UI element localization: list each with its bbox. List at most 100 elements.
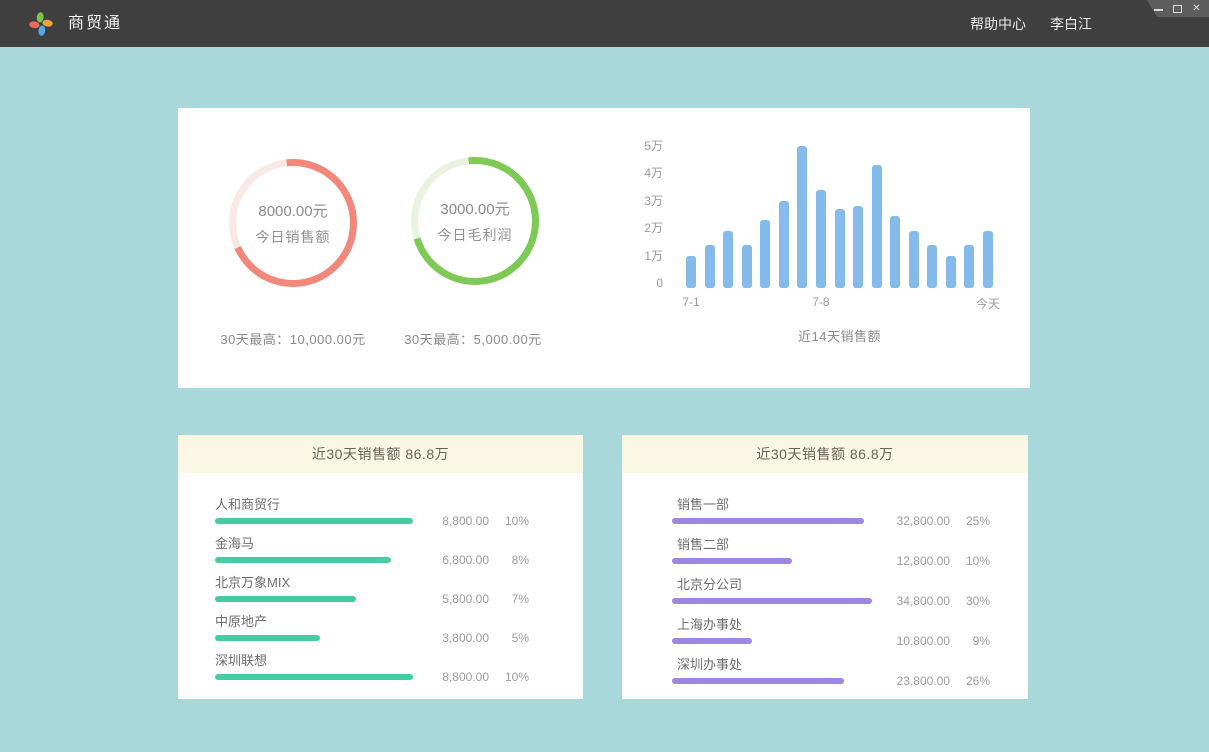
bar <box>742 245 752 288</box>
bar <box>779 201 789 288</box>
progress-track <box>215 596 417 602</box>
bar-chart-plot <box>686 136 993 288</box>
y-axis-tick: 3万 <box>633 193 663 209</box>
ranking-row: 销售二部12,800.0010% <box>672 537 990 564</box>
app-logo-icon <box>28 11 54 37</box>
window-controls: ✕ <box>1147 0 1209 17</box>
progress-bar <box>672 518 864 524</box>
ranking-row-label: 上海办事处 <box>672 617 872 633</box>
x-axis-tick: 今天 <box>958 295 1018 312</box>
ranking-row-label: 北京分公司 <box>672 577 872 593</box>
ranking-row-percent: 5% <box>497 631 529 645</box>
bar <box>983 231 993 288</box>
bar <box>853 206 863 288</box>
maximize-icon[interactable] <box>1172 3 1183 14</box>
titlebar: 商贸通 帮助中心 李白江 ✕ <box>0 0 1209 47</box>
overview-card: 8000.00元 今日销售额 30天最高：10,000.00元 3000.00元… <box>178 108 1030 388</box>
ranking-row-percent: 7% <box>497 592 529 606</box>
ranking-row-percent: 30% <box>958 594 990 608</box>
close-icon[interactable]: ✕ <box>1191 3 1202 14</box>
ranking-row-percent: 10% <box>497 514 529 528</box>
ranking-row: 北京万象MIX5,800.007% <box>215 575 529 602</box>
ranking-row-amount: 10,800.00 <box>897 634 950 648</box>
ranking-row-amount: 23,800.00 <box>897 674 950 688</box>
ranking-row-amount: 8,800.00 <box>442 670 489 684</box>
progress-bar <box>215 635 320 641</box>
x-axis-tick: 7-8 <box>791 295 851 309</box>
progress-bar <box>215 518 413 524</box>
progress-bar <box>672 598 872 604</box>
sales-14day-bar-chart: 5万4万3万2万1万0 7-17-8今天 近14天销售额 <box>633 136 1013 366</box>
user-menu[interactable]: 李白江 <box>1050 14 1092 34</box>
today-profit-label: 今日毛利润 <box>438 225 513 245</box>
ranking-row: 中原地产3,800.005% <box>215 614 529 641</box>
ranking-row-amount: 34,800.00 <box>897 594 950 608</box>
bar <box>797 146 807 288</box>
ranking-row: 人和商贸行8,800.0010% <box>215 497 529 524</box>
ranking-row-label: 销售二部 <box>672 537 872 553</box>
ranking-row-amount: 3,800.00 <box>442 631 489 645</box>
progress-track <box>215 518 417 524</box>
ranking-row-label: 深圳办事处 <box>672 657 872 673</box>
ranking-row: 上海办事处10,800.009% <box>672 617 990 644</box>
donut-today-sales: 8000.00元 今日销售额 <box>229 159 357 287</box>
donut-center: 8000.00元 今日销售额 <box>236 166 350 280</box>
progress-bar <box>215 557 391 563</box>
ranking-row: 金海马6,800.008% <box>215 536 529 563</box>
progress-track <box>215 674 417 680</box>
ranking-row-percent: 26% <box>958 674 990 688</box>
today-sales-value: 8000.00元 <box>258 200 327 221</box>
y-axis-tick: 4万 <box>633 165 663 181</box>
ranking-card-title: 近30天销售额 86.8万 <box>178 435 583 473</box>
bar <box>946 256 956 288</box>
ranking-row: 深圳办事处23,800.0026% <box>672 657 990 684</box>
minimize-icon[interactable] <box>1153 3 1164 14</box>
ranking-row: 销售一部32,800.0025% <box>672 497 990 524</box>
bar <box>909 231 919 288</box>
y-axis-tick: 0 <box>633 275 663 291</box>
ranking-row-percent: 25% <box>958 514 990 528</box>
ranking-row-amount: 8,800.00 <box>442 514 489 528</box>
ranking-row: 深圳联想8,800.0010% <box>215 653 529 680</box>
progress-track <box>672 518 872 524</box>
ranking-row-label: 销售一部 <box>672 497 872 513</box>
ranking-rows: 销售一部32,800.0025%销售二部12,800.0010%北京分公司34,… <box>622 473 1028 684</box>
progress-bar <box>672 638 752 644</box>
ranking-row-label: 人和商贸行 <box>215 497 417 513</box>
department-sales-ranking-card: 近30天销售额 86.8万 销售一部32,800.0025%销售二部12,800… <box>622 435 1028 699</box>
ranking-rows: 人和商贸行8,800.0010%金海马6,800.008%北京万象MIX5,80… <box>178 473 583 680</box>
bar-chart-y-axis: 5万4万3万2万1万0 <box>633 136 663 288</box>
bar <box>723 231 733 288</box>
bar <box>686 256 696 288</box>
bar-chart-x-axis: 7-17-8今天 <box>686 295 993 311</box>
ranking-card-title: 近30天销售额 86.8万 <box>622 435 1028 473</box>
app-title: 商贸通 <box>68 0 122 47</box>
donut-center: 3000.00元 今日毛利润 <box>418 164 532 278</box>
progress-bar <box>215 674 413 680</box>
ranking-row-amount: 32,800.00 <box>897 514 950 528</box>
today-sales-label: 今日销售额 <box>256 227 331 247</box>
ranking-row-amount: 5,800.00 <box>442 592 489 606</box>
bar <box>816 190 826 288</box>
bar <box>890 216 900 288</box>
progress-track <box>672 598 872 604</box>
progress-track <box>672 678 872 684</box>
today-profit-value: 3000.00元 <box>440 198 509 219</box>
profit-30day-max-note: 30天最高：5,000.00元 <box>353 329 593 348</box>
bar <box>872 165 882 288</box>
progress-bar <box>672 558 792 564</box>
help-center-link[interactable]: 帮助中心 <box>970 14 1026 34</box>
progress-track <box>215 635 417 641</box>
progress-track <box>672 558 872 564</box>
ranking-row-percent: 9% <box>958 634 990 648</box>
ranking-row-label: 深圳联想 <box>215 653 417 669</box>
bar <box>835 209 845 288</box>
ranking-row-label: 金海马 <box>215 536 417 552</box>
donut-today-profit: 3000.00元 今日毛利润 <box>411 157 539 285</box>
dashboard-page: 8000.00元 今日销售额 30天最高：10,000.00元 3000.00元… <box>0 47 1209 752</box>
y-axis-tick: 1万 <box>633 248 663 264</box>
progress-bar <box>672 678 844 684</box>
progress-track <box>672 638 872 644</box>
y-axis-tick: 2万 <box>633 220 663 236</box>
ranking-row-amount: 12,800.00 <box>897 554 950 568</box>
